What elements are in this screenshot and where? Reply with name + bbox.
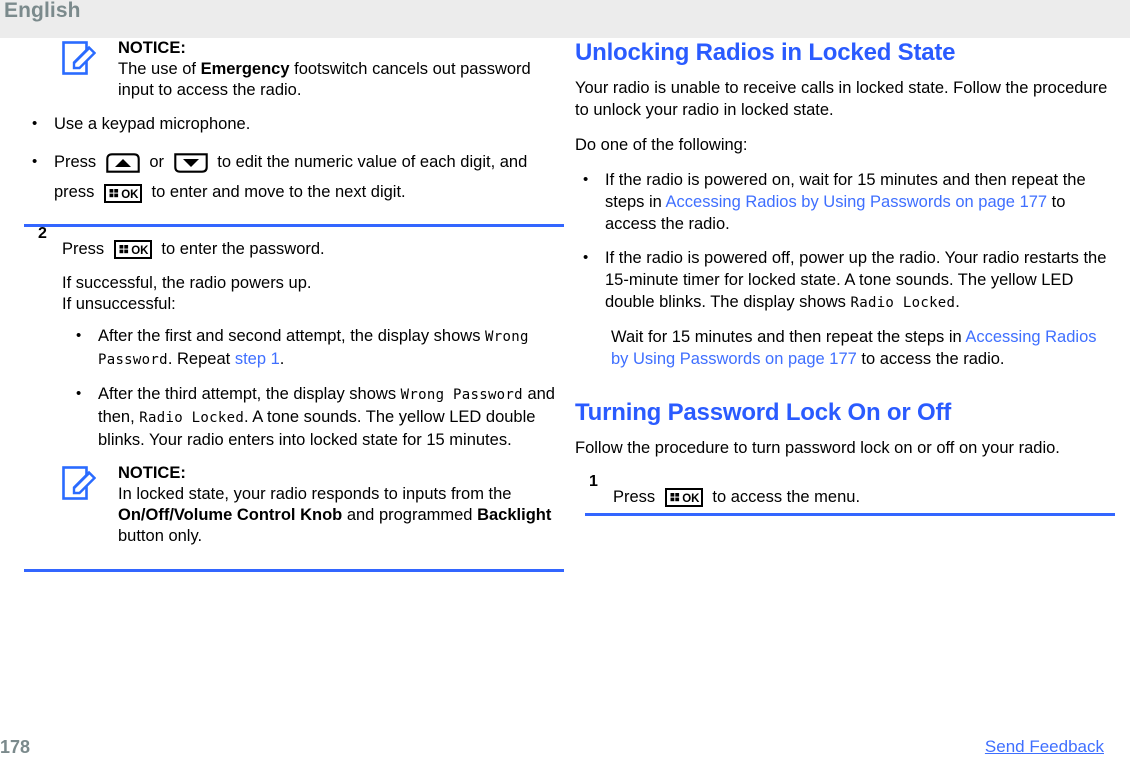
step-2-bullets: After the first and second attempt, the … xyxy=(62,325,564,451)
press-tail-text: to enter and move to the next digit. xyxy=(151,183,406,201)
notice-pencil-icon xyxy=(62,466,97,502)
left-column: NOTICE: The use of Emergency footswitch … xyxy=(24,38,564,582)
result-line-1: If successful, the radio powers up. xyxy=(62,274,312,292)
arrow-down-key-icon xyxy=(173,152,208,173)
notice-text-knob: On/Off/Volume Control Knob xyxy=(118,506,343,524)
press-label: Press xyxy=(613,488,656,506)
page-number: 178 xyxy=(0,737,31,757)
notice-label: NOTICE: xyxy=(118,464,186,482)
press-label: Press xyxy=(54,153,97,171)
notice-block-emergency: NOTICE: The use of Emergency footswitch … xyxy=(24,38,564,101)
wait-text-b: to access the radio. xyxy=(856,350,1005,368)
bullet-text-c: . xyxy=(279,350,285,368)
list-item: Press or to edit the num xyxy=(24,147,564,207)
step-2: 2 Press OK to enter the password. If suc… xyxy=(24,225,564,547)
left-bullet-list-press: Press or to edit the num xyxy=(24,147,564,207)
cross-reference-link-accessing-radios[interactable]: Accessing Radios by Using Passwords on p… xyxy=(666,193,1048,211)
notice-text-b: and programmed xyxy=(342,506,478,524)
bullet-text-b: . xyxy=(955,293,960,311)
notice-pencil-icon xyxy=(62,41,97,77)
step-2-lead-tail: to enter the password. xyxy=(161,240,325,258)
notice-body: NOTICE: The use of Emergency footswitch … xyxy=(118,38,564,101)
step-2-result: If successful, the radio powers up. If u… xyxy=(62,273,564,315)
header-language-label: English xyxy=(4,0,81,22)
menu-ok-key-icon: OK xyxy=(664,488,703,508)
left-column-bottom-rule xyxy=(24,569,564,572)
step-1-link[interactable]: step 1 xyxy=(235,350,280,368)
notice-text-backlight: Backlight xyxy=(477,506,552,524)
section-title-turning-password-lock: Turning Password Lock On or Off xyxy=(575,399,952,426)
bullet-text-a: After the third attempt, the display sho… xyxy=(98,385,401,403)
step-1-lead: Press OK to access the menu. xyxy=(613,485,1115,509)
section-title-unlocking: Unlocking Radios in Locked State xyxy=(575,39,956,66)
notice-body: NOTICE: In locked state, your radio resp… xyxy=(118,463,564,547)
section1-lead: Do one of the following: xyxy=(575,136,748,154)
section1-intro: Your radio is unable to receive calls in… xyxy=(575,79,1108,119)
notice-block-locked-state: NOTICE: In locked state, your radio resp… xyxy=(62,463,564,547)
list-item: After the third attempt, the display sho… xyxy=(62,383,564,451)
left-bullet-list-1: Use a keypad microphone. xyxy=(24,113,564,135)
running-header: English xyxy=(0,0,1130,38)
section2-intro: Follow the procedure to turn password lo… xyxy=(575,439,1060,457)
press-label: Press xyxy=(62,240,105,258)
list-item: After the first and second attempt, the … xyxy=(62,325,564,371)
right-column-step-rule xyxy=(585,513,1115,516)
notice-text-a: The use of xyxy=(118,60,201,78)
menu-ok-key-icon: OK xyxy=(103,183,142,204)
notice-text-emergency: Emergency xyxy=(200,60,290,78)
section1-wait-paragraph: Wait for 15 minutes and then repeat the … xyxy=(611,326,1115,370)
notice-text-c: button only. xyxy=(118,527,203,545)
notice-label: NOTICE: xyxy=(118,39,186,57)
list-item: Use a keypad microphone. xyxy=(24,113,564,135)
step-divider-rule xyxy=(24,224,564,227)
svg-text:OK: OK xyxy=(131,245,149,257)
step-number: 2 xyxy=(38,225,47,242)
page-footer: 178 Send Feedback xyxy=(0,728,1130,762)
display-text-radio-locked: Radio Locked xyxy=(139,410,245,426)
send-feedback-link[interactable]: Send Feedback xyxy=(985,737,1104,757)
notice-text-a: In locked state, your radio responds to … xyxy=(118,485,512,503)
bullet-text-b: . Repeat xyxy=(167,350,235,368)
wait-text-a: Wait for 15 minutes and then repeat the … xyxy=(611,328,966,346)
display-text-radio-locked: Radio Locked xyxy=(850,295,956,311)
menu-ok-key-icon: OK xyxy=(113,240,152,260)
bullet-text: Use a keypad microphone. xyxy=(54,115,251,133)
display-text-wrong-password: Wrong Password xyxy=(400,387,523,403)
arrow-up-key-icon xyxy=(106,152,140,173)
step-1-lead-tail: to access the menu. xyxy=(712,488,861,506)
step-number: 1 xyxy=(589,473,598,490)
right-column: Unlocking Radios in Locked State Your ra… xyxy=(575,38,1115,526)
step-2-lead: Press OK to enter the password. xyxy=(62,237,564,261)
page-columns: NOTICE: The use of Emergency footswitch … xyxy=(0,38,1130,728)
svg-text:OK: OK xyxy=(682,493,700,505)
bullet-text-a: After the first and second attempt, the … xyxy=(98,327,486,345)
document-page: English NOTICE: The use of Emergency foo… xyxy=(0,0,1130,762)
svg-text:OK: OK xyxy=(121,189,139,201)
or-label: or xyxy=(149,153,165,171)
section1-bullets: If the radio is powered on, wait for 15 … xyxy=(575,169,1115,314)
list-item: If the radio is powered off, power up th… xyxy=(575,247,1115,314)
list-item: If the radio is powered on, wait for 15 … xyxy=(575,169,1115,235)
result-line-2: If unsuccessful: xyxy=(62,295,176,313)
step-1: 1 Press OK to access the menu. xyxy=(575,473,1115,509)
